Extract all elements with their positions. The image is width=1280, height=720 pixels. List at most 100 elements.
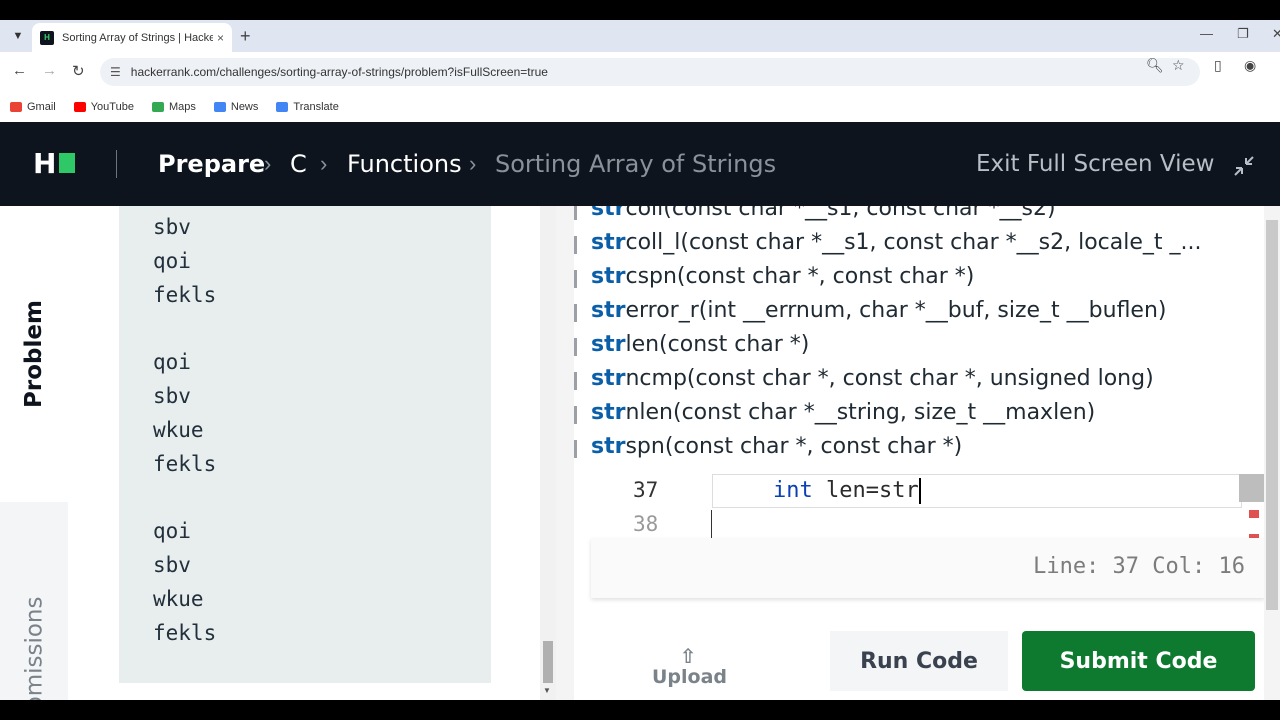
match-prefix: str	[591, 298, 626, 323]
editor-scroll-thumb[interactable]	[1239, 474, 1265, 502]
autocomplete-item[interactable]: strnlen(const char *__string, size_t __m…	[591, 398, 1095, 428]
sample-output-line: qoi	[153, 350, 191, 375]
hackerrank-header: H Prepare › C › Functions › Sorting Arra…	[0, 122, 1280, 206]
exit-fullscreen-icon[interactable]	[1232, 154, 1256, 178]
code-editor[interactable]: 37 38 int len=str	[591, 460, 1265, 538]
scroll-down-icon[interactable]: ▼	[543, 686, 551, 695]
bookmarks-bar: Gmail YouTube Maps News Translate	[0, 92, 1280, 122]
sample-output-box: sbv qoi fekls qoi sbv wkue fekls qoi sbv wkue fekl…	[119, 206, 491, 683]
autocomplete-item[interactable]: strcoll(const char *__s1, const char *__…	[591, 206, 1056, 224]
url-text: hackerrank.com/challenges/sorting-array-…	[130, 65, 548, 79]
suggestion-marker	[574, 206, 577, 220]
forward-icon[interactable]: →	[42, 62, 57, 79]
autocomplete-list: strcoll(const char *__s1, const char *__…	[574, 206, 1262, 460]
upload-code-button[interactable]: ⇧ Upload	[652, 644, 728, 688]
suggestion-signature: coll(const char *__s1, const char *__s2)	[625, 206, 1056, 221]
sample-output-line: qoi	[153, 519, 191, 544]
sample-output-line: wkue	[153, 417, 204, 442]
editor-scrollbar[interactable]	[1264, 206, 1280, 700]
match-prefix: str	[591, 434, 626, 459]
cursor-position: Line: 37 Col: 16	[1033, 554, 1245, 579]
autocomplete-item[interactable]: strcoll_l(const char *__s1, const char *…	[591, 228, 1202, 258]
autocomplete-item[interactable]: strspn(const char *, const char *)	[591, 432, 962, 460]
tab-submissions[interactable]: ubmissions	[0, 502, 68, 720]
bookmark-youtube[interactable]: YouTube	[73, 101, 134, 113]
browser-tab[interactable]: H Sorting Array of Strings | Hacke ×	[32, 23, 232, 52]
address-bar[interactable]: ☰ hackerrank.com/challenges/sorting-arra…	[100, 58, 1200, 86]
close-window-icon[interactable]: ✕	[1272, 26, 1280, 42]
match-prefix: str	[591, 400, 626, 425]
minimize-icon[interactable]: —	[1200, 26, 1213, 41]
suggestion-marker	[574, 270, 577, 288]
reload-icon[interactable]: ↻	[72, 62, 85, 80]
side-panel-icon[interactable]: ▯	[1214, 57, 1222, 74]
maps-icon	[151, 102, 164, 112]
breadcrumb-current: Sorting Array of Strings	[495, 150, 777, 178]
suggestion-signature: len(const char *)	[625, 332, 810, 357]
scroll-thumb[interactable]	[543, 641, 553, 683]
sample-output-line: wkue	[153, 586, 204, 611]
code-keyword: int	[773, 478, 813, 503]
sample-output-line: qoi	[153, 248, 191, 273]
chevron-right-icon: ›	[469, 151, 477, 176]
autocomplete-item[interactable]: strncmp(const char *, const char *, unsi…	[591, 364, 1154, 394]
chevron-right-icon: ›	[320, 151, 328, 176]
chevron-right-icon: ›	[264, 151, 272, 176]
suggestion-signature: spn(const char *, const char *)	[625, 434, 963, 459]
bookmark-gmail[interactable]: Gmail	[10, 101, 56, 113]
match-prefix: str	[591, 264, 626, 289]
suggestion-signature: coll_l(const char *__s1, const char *__s…	[625, 230, 1202, 255]
bookmark-maps[interactable]: Maps	[151, 101, 196, 113]
bookmark-news[interactable]: News	[213, 101, 259, 113]
tab-search-icon[interactable]: ▼	[8, 26, 28, 46]
sample-output-line: sbv	[153, 384, 191, 408]
suggestion-signature: cspn(const char *, const char *)	[625, 264, 975, 289]
action-bar: ⇧ Upload Run Code Submit Code	[574, 626, 1264, 700]
pane-divider[interactable]	[556, 206, 574, 700]
current-code-line[interactable]: int len=str	[712, 474, 1242, 508]
zoom-icon[interactable]: 🔍︎	[1146, 57, 1164, 74]
bookmark-label: News	[230, 101, 259, 113]
scroll-thumb[interactable]	[1266, 220, 1278, 610]
bookmark-label: Gmail	[27, 101, 56, 113]
breadcrumb-prepare[interactable]: Prepare	[158, 148, 265, 180]
breadcrumb-c[interactable]: C	[290, 148, 307, 180]
problem-scrollbar[interactable]: ▼	[540, 206, 556, 700]
vertical-tabs: Problem ubmissions	[0, 206, 68, 720]
suggestion-marker	[574, 406, 577, 424]
suggestion-marker	[574, 338, 577, 356]
tab-problem-label: Problem	[21, 300, 48, 408]
match-prefix: str	[591, 206, 626, 221]
back-icon[interactable]: ←	[12, 62, 27, 79]
suggestion-marker	[574, 236, 577, 254]
bookmark-label: Maps	[168, 101, 196, 113]
tab-problem[interactable]: Problem	[0, 206, 68, 502]
sample-output-line: sbv	[153, 215, 191, 239]
submit-code-button[interactable]: Submit Code	[1022, 631, 1255, 691]
sample-output-line: fekls	[153, 451, 217, 476]
autocomplete-item[interactable]: strlen(const char *)	[591, 330, 809, 360]
suggestion-marker	[574, 304, 577, 322]
suggestion-signature: ncmp(const char *, const char *, unsigne…	[625, 366, 1154, 391]
breadcrumb-functions[interactable]: Functions	[347, 148, 462, 180]
restore-icon[interactable]: ❐	[1237, 26, 1249, 42]
site-info-icon[interactable]: ☰	[110, 65, 121, 79]
upload-icon: ⇧	[679, 644, 697, 668]
indent-guide	[711, 510, 712, 538]
header-divider	[116, 150, 117, 178]
line-number: 38	[633, 512, 659, 536]
bookmark-star-icon[interactable]: ☆	[1172, 57, 1185, 74]
autocomplete-item[interactable]: strcspn(const char *, const char *)	[591, 262, 974, 292]
run-code-button[interactable]: Run Code	[830, 631, 1008, 691]
new-tab-button[interactable]: +	[240, 26, 251, 46]
hackerrank-logo[interactable]: H	[33, 149, 56, 179]
profile-icon[interactable]: ◉	[1244, 57, 1256, 74]
bookmark-translate[interactable]: Translate	[276, 101, 339, 113]
bookmark-label: Translate	[293, 101, 339, 113]
upload-label: Upload	[652, 666, 728, 688]
autocomplete-item[interactable]: strerror_r(int __errnum, char *__buf, si…	[591, 296, 1167, 326]
exit-fullscreen-link[interactable]: Exit Full Screen View	[976, 148, 1214, 180]
gmail-icon	[10, 102, 22, 112]
tab-close-icon[interactable]: ×	[217, 31, 224, 45]
bookmark-label: YouTube	[90, 101, 134, 113]
